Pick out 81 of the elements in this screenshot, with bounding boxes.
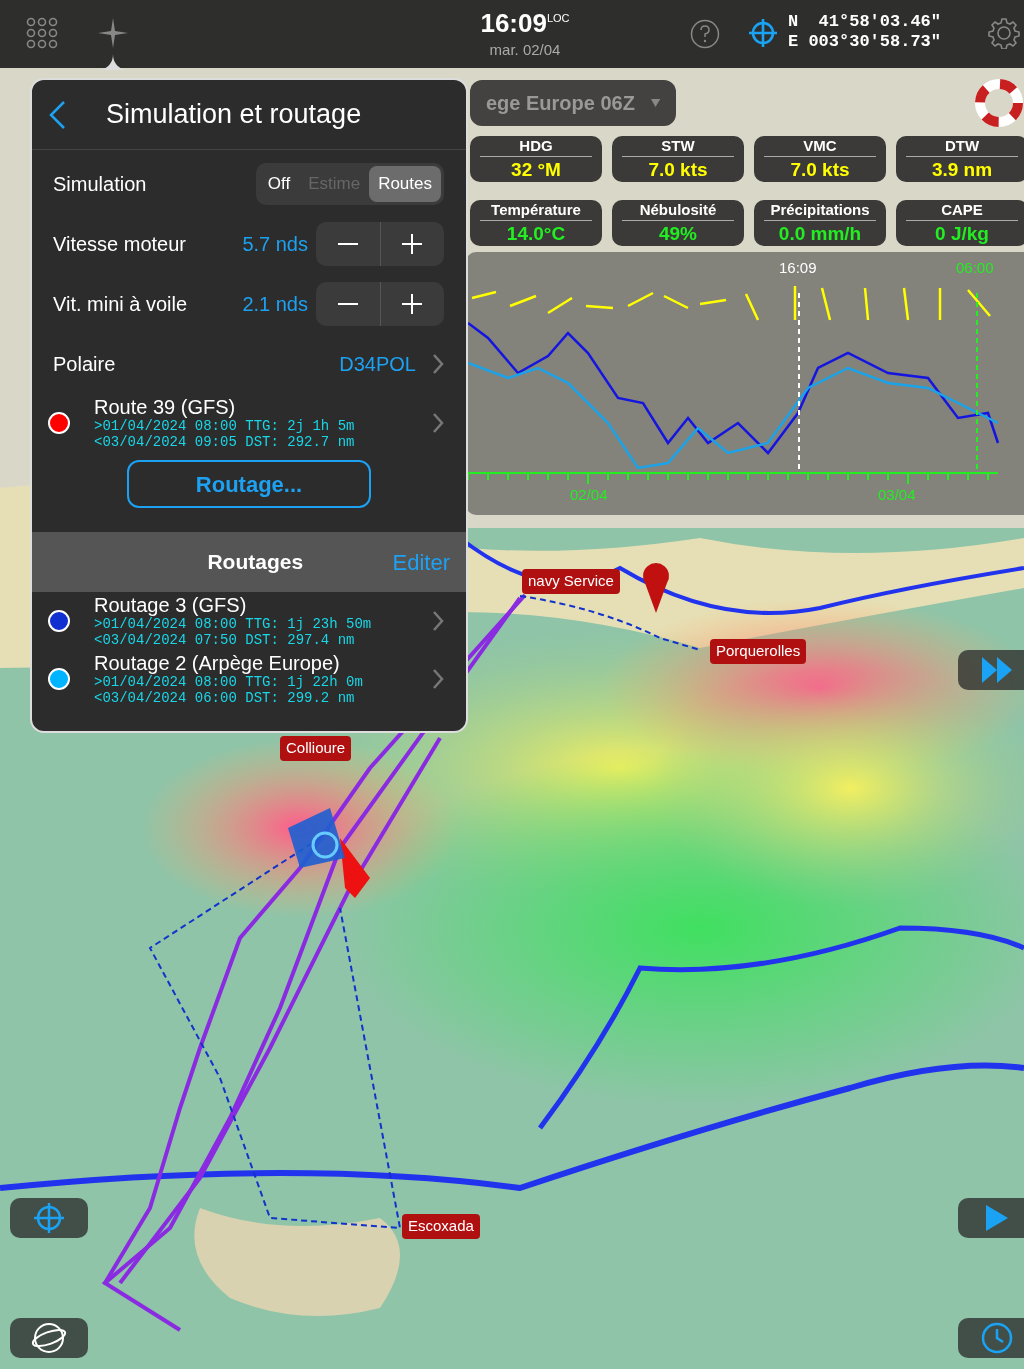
waypoint-label: Collioure [280, 736, 352, 761]
settings-icon[interactable] [988, 17, 1020, 49]
instrument-label: Température [480, 200, 592, 221]
current-time-label: 16:09 [779, 258, 817, 278]
instrument-value: 0.0 mm/h [778, 224, 862, 243]
instrument-label: CAPE [906, 200, 1018, 221]
date-axis-label: 03/04 [878, 485, 916, 505]
crosshair-icon [33, 1202, 65, 1234]
route-row[interactable]: Route 39 (GFS) >01/04/2024 08:00 TTG: 2j 1h 5m <03/04/2024 09:05 DST: 292.7 nm [32, 394, 466, 452]
center-position-button[interactable] [10, 1198, 88, 1238]
route-name: Routage 3 (GFS) [94, 594, 248, 616]
weather-model-dropdown[interactable]: ege Europe 06Z [470, 80, 676, 126]
chevron-right-icon [432, 353, 444, 375]
crosshair-icon[interactable] [748, 18, 778, 48]
instrument-value: 32 °M [511, 160, 561, 179]
instrument-value: 49% [659, 224, 697, 243]
route-arrival-text: <03/04/2024 06:00 DST: 299.2 nm [94, 690, 356, 706]
date-axis-label: 02/04 [570, 485, 608, 505]
longitude-text: E 003°30'58.73" [788, 32, 942, 53]
routing-button[interactable]: Routage... [127, 460, 371, 508]
plus-icon [402, 234, 423, 254]
route-row[interactable]: Routage 2 (Arpège Europe) >01/04/2024 08:00 TTG: 1j 22h 0m <03/04/2024 06:00 DST: 299.2 nm [32, 650, 466, 708]
waypoint-label: navy Service [522, 569, 620, 594]
instrument-value: 0 J/kg [935, 224, 989, 243]
route-name: Routage 2 (Arpège Europe) [94, 652, 341, 674]
polar-value[interactable]: D34POL [339, 349, 416, 379]
fast-forward-icon [982, 657, 1012, 683]
instrument-label: STW [622, 136, 734, 157]
waypoint-label: Porquerolles [710, 639, 807, 664]
section-title: Routages [207, 549, 304, 576]
segment-option[interactable]: Routes [369, 166, 441, 202]
lifebuoy-icon[interactable] [974, 78, 1024, 128]
grid-menu-icon[interactable] [26, 17, 58, 49]
route-row[interactable]: Routage 3 (GFS) >01/04/2024 08:00 TTG: 1j 23h 50m <03/04/2024 07:50 DST: 297.4 nm [32, 592, 466, 650]
instrument-label: DTW [906, 136, 1018, 157]
segment-option[interactable]: Off [258, 166, 300, 202]
help-icon[interactable] [690, 19, 720, 49]
clock-time: 16:09 [480, 8, 547, 38]
arrival-time-label: 06:00 [956, 258, 994, 278]
polar-label: Polaire [53, 352, 116, 377]
setting-value: 5.7 nds [242, 232, 308, 257]
setting-label: Vitesse moteur [53, 232, 188, 257]
back-chevron-icon[interactable] [48, 99, 66, 130]
chevron-right-icon [432, 412, 444, 434]
globe-button[interactable] [10, 1318, 88, 1358]
waypoint-label: Escoxada [402, 1214, 480, 1239]
minus-icon [337, 243, 358, 245]
panel-title: Simulation et routage [106, 98, 362, 132]
compass-star-icon[interactable] [98, 18, 128, 70]
instrument-value: 7.0 kts [648, 160, 708, 179]
route-departure-text: >01/04/2024 08:00 TTG: 2j 1h 5m [94, 418, 356, 434]
chevron-right-icon [432, 668, 444, 690]
time-zone-label: LOC [546, 12, 570, 24]
date-label: mar. 02/04 [488, 40, 562, 60]
route-departure-text: >01/04/2024 08:00 TTG: 1j 22h 0m [94, 674, 364, 690]
setting-label: Vit. mini à voile [53, 292, 189, 317]
play-icon [986, 1205, 1008, 1231]
instrument-label: HDG [480, 136, 592, 157]
route-departure-text: >01/04/2024 08:00 TTG: 1j 23h 50m [94, 616, 373, 632]
dropdown-caret-icon [650, 96, 660, 110]
simulation-label: Simulation [53, 172, 147, 197]
instrument-value: 14.0°C [506, 224, 566, 243]
instrument-value: 7.0 kts [790, 160, 850, 179]
route-arrival-text: <03/04/2024 09:05 DST: 292.7 nm [94, 434, 356, 450]
clock-button[interactable] [958, 1318, 1024, 1358]
instrument-value: 3.9 nm [931, 160, 993, 179]
chevron-right-icon [432, 610, 444, 632]
globe-icon [31, 1320, 67, 1356]
setting-value: 2.1 nds [242, 292, 308, 317]
clock-icon [980, 1321, 1014, 1355]
edit-link[interactable]: Editer [392, 545, 450, 579]
plus-icon [402, 294, 423, 314]
instrument-label: Précipitations [764, 200, 876, 221]
fast-forward-button[interactable] [958, 650, 1024, 690]
route-arrival-text: <03/04/2024 07:50 DST: 297.4 nm [94, 632, 356, 648]
route-name: Route 39 (GFS) [94, 396, 237, 418]
latitude-text: N 41°58'03.46" [788, 12, 942, 33]
instrument-label: Nébulosité [622, 200, 734, 221]
instrument-label: VMC [764, 136, 876, 157]
minus-icon [337, 303, 358, 305]
play-button[interactable] [958, 1198, 1024, 1238]
